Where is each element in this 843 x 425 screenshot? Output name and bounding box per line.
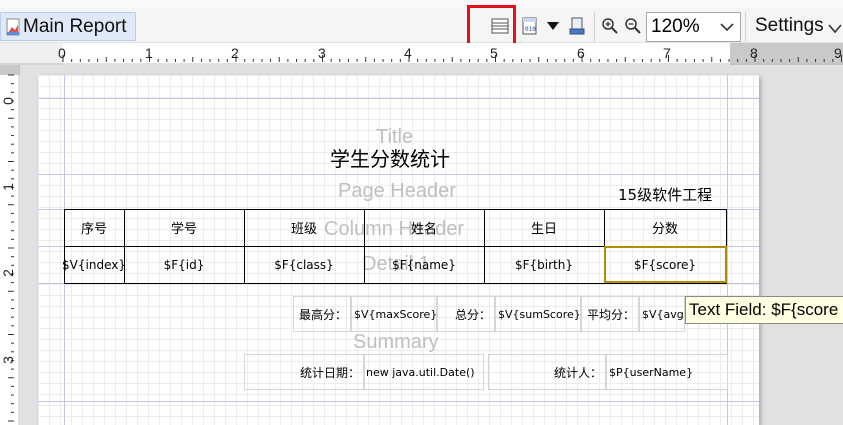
- toolbar: Main Report 010 120% Settings: [0, 0, 843, 43]
- ruler-mark: 6: [577, 45, 585, 61]
- data-source-icon[interactable]: 010: [519, 15, 541, 37]
- zoom-value: 120%: [651, 16, 700, 37]
- zoom-select[interactable]: 120%: [646, 12, 741, 42]
- detail-field-cell[interactable]: $F{birth}: [484, 246, 604, 283]
- summary-field-user[interactable]: $P{userName}: [606, 354, 728, 390]
- toolbar-separator: [594, 12, 595, 42]
- ruler-mark: 2: [0, 269, 16, 277]
- field-tooltip: Text Field: $F{score: [685, 296, 843, 324]
- selection-border: [604, 246, 727, 283]
- summary-label-date[interactable]: 统计日期：: [244, 354, 364, 390]
- column-header-cell[interactable]: 分数: [604, 209, 726, 246]
- report-icon: [4, 18, 22, 36]
- ruler-mark: 8: [750, 45, 758, 61]
- column-header-cell[interactable]: 班级: [244, 209, 364, 246]
- column-header-cell[interactable]: 生日: [484, 209, 604, 246]
- band-guide: [38, 98, 759, 99]
- summary-field-date[interactable]: new java.util.Date(): [364, 354, 484, 390]
- page-header-text[interactable]: 15级软件工程: [618, 184, 712, 205]
- zoom-out-icon[interactable]: [622, 15, 644, 37]
- ruler-mark: 3: [318, 45, 326, 61]
- preview-icon[interactable]: [566, 15, 588, 37]
- ruler-mark: 4: [404, 45, 412, 61]
- detail-field-cell[interactable]: $V{index}: [62, 246, 126, 283]
- column-header-cell[interactable]: 姓名: [364, 209, 484, 246]
- tab-label: Main Report: [23, 15, 127, 37]
- report-title[interactable]: 学生分数统计: [330, 143, 450, 172]
- tab-main-report[interactable]: Main Report: [0, 12, 136, 41]
- settings-menu[interactable]: Settings: [755, 15, 824, 37]
- ruler-mark: 3: [0, 356, 16, 364]
- chevron-down-icon[interactable]: [828, 21, 842, 34]
- column-header-cell[interactable]: 学号: [124, 209, 244, 246]
- ruler-mark: 9: [834, 45, 842, 61]
- ruler-mark: 7: [663, 45, 671, 61]
- summary-field-sum[interactable]: $V{sumScore}: [495, 296, 581, 332]
- zoom-in-icon[interactable]: [599, 15, 621, 37]
- toolbar-separator: [745, 12, 746, 42]
- band-label-summary: Summary: [353, 331, 439, 353]
- dropdown-arrow-icon[interactable]: [542, 15, 564, 37]
- horizontal-ruler: 0 1 2 3 4 5 6 7 8 9: [0, 43, 843, 65]
- summary-field-avg[interactable]: $V{avgS: [639, 296, 685, 332]
- ruler-mark: 1: [0, 183, 16, 191]
- summary-label-sum[interactable]: 总分：: [437, 296, 495, 332]
- detail-field-cell[interactable]: $F{class}: [244, 246, 364, 283]
- vertical-ruler: 0 1 2 3: [0, 65, 20, 425]
- summary-label-avg[interactable]: 平均分：: [581, 296, 639, 332]
- band-guide: [38, 401, 759, 402]
- ruler-mark: 2: [231, 45, 239, 61]
- ruler-mark: 0: [58, 45, 66, 61]
- top-strip: [0, 0, 843, 8]
- ruler-mark: 0: [0, 97, 16, 105]
- svg-text:010: 010: [525, 26, 536, 33]
- summary-field-max[interactable]: $V{maxScore}: [351, 296, 437, 332]
- summary-label-user[interactable]: 统计人：: [488, 354, 606, 390]
- band-guide: [38, 174, 759, 175]
- column-header-cell[interactable]: 序号: [64, 209, 124, 246]
- summary-label-max[interactable]: 最高分：: [293, 296, 351, 332]
- detail-field-cell[interactable]: $F{id}: [124, 246, 244, 283]
- table-border: [64, 283, 727, 284]
- chevron-down-icon: [718, 18, 736, 36]
- detail-field-cell[interactable]: $F{name}: [364, 246, 484, 283]
- ruler-mark: 1: [145, 45, 153, 61]
- band-label-page-header: Page Header: [338, 180, 456, 202]
- ruler-mark: 5: [490, 45, 498, 61]
